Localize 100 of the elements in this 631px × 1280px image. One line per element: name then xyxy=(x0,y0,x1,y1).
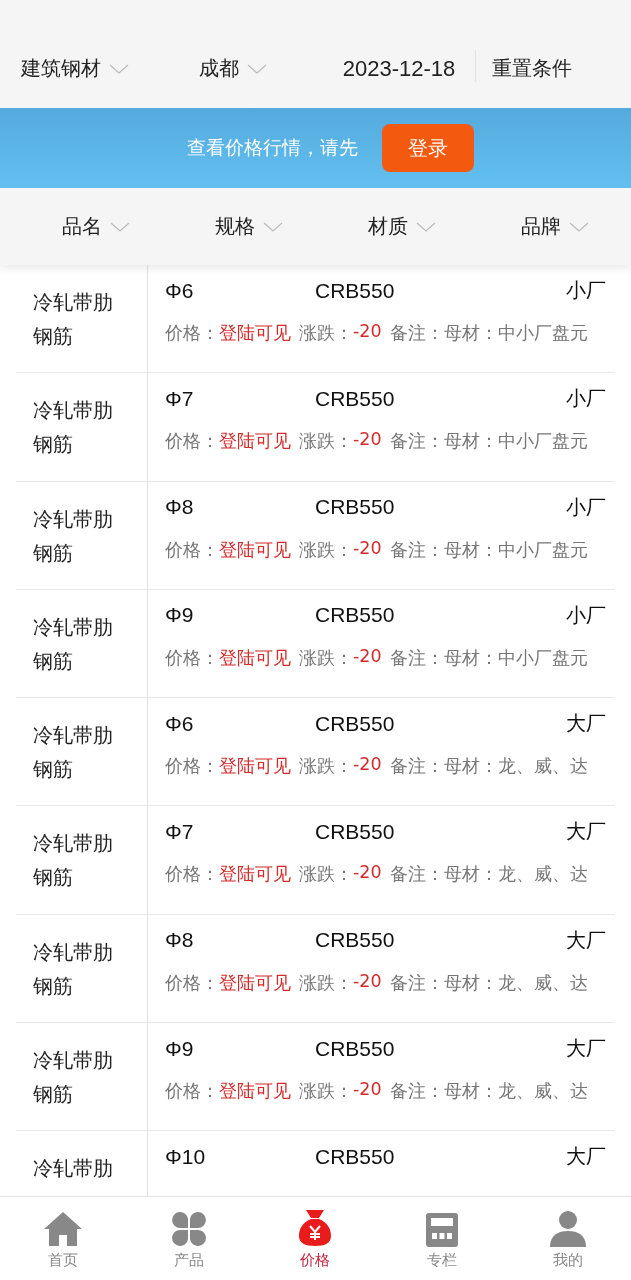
spec-text: Φ6 xyxy=(165,711,195,736)
person-icon xyxy=(548,1211,587,1247)
price-label: 价格： xyxy=(165,863,219,887)
price-text: 登陆可见 xyxy=(219,322,291,345)
remark-text: 备注：母材：龙、威、达 xyxy=(389,755,588,779)
chevron-down-icon xyxy=(568,221,589,232)
product-name: 冷轧带肋钢筋 xyxy=(33,1047,114,1109)
column-filter[interactable]: 材质 xyxy=(325,213,479,240)
spec-text: Φ9 xyxy=(165,1036,195,1061)
product-name: 冷轧带肋钢筋 xyxy=(33,613,114,675)
product-name: 冷轧带肋 xyxy=(33,1155,114,1183)
chevron-down-icon xyxy=(415,221,436,232)
change-label: 涨跌： xyxy=(299,1080,353,1104)
change-label: 涨跌： xyxy=(299,430,353,454)
price-text: 登陆可见 xyxy=(219,863,291,887)
brand-text: 大厂 xyxy=(566,1035,606,1063)
brand-text: 大厂 xyxy=(566,1143,606,1171)
spec-text: Φ8 xyxy=(165,495,195,520)
price-text: 登陆可见 xyxy=(219,646,291,670)
category-dropdown[interactable]: 建筑钢材 xyxy=(21,55,199,82)
change-value: -20 xyxy=(353,1079,382,1102)
column-filter[interactable]: 规格 xyxy=(172,213,326,240)
remark-text: 备注：母材：龙、威、达 xyxy=(389,863,588,887)
clover-icon xyxy=(170,1211,209,1247)
city-dropdown[interactable]: 成都 xyxy=(199,55,329,82)
spec-text: Φ8 xyxy=(165,928,195,953)
spec-text: Φ7 xyxy=(165,386,195,411)
material-text: CRB550 xyxy=(315,1144,396,1169)
material-text: CRB550 xyxy=(315,820,396,844)
chevron-down-icon xyxy=(109,63,129,74)
reset-button[interactable]: 重置条件 xyxy=(492,55,572,82)
brand-text: 小厂 xyxy=(566,385,606,413)
product-name: 冷轧带肋钢筋 xyxy=(33,722,114,784)
change-value: -20 xyxy=(353,321,382,343)
change-value: -20 xyxy=(353,429,382,452)
chevron-down-icon xyxy=(247,63,267,74)
product-name: 冷轧带肋钢筋 xyxy=(33,938,114,1000)
price-label: 价格： xyxy=(165,971,219,995)
material-text: CRB550 xyxy=(315,495,396,520)
home-icon xyxy=(43,1211,84,1247)
change-value: -20 xyxy=(353,862,382,885)
spec-text: Φ9 xyxy=(165,603,195,628)
material-text: CRB550 xyxy=(315,278,396,303)
nav-tab[interactable]: 我的 xyxy=(504,1197,631,1280)
product-name: 冷轧带肋钢筋 xyxy=(33,830,114,892)
spec-text: Φ7 xyxy=(165,820,195,844)
price-label: 价格： xyxy=(165,430,219,454)
brand-text: 大厂 xyxy=(566,926,606,954)
chevron-down-icon xyxy=(263,221,284,232)
price-label: 价格： xyxy=(165,755,219,779)
brand-text: 小厂 xyxy=(566,601,606,629)
change-value: -20 xyxy=(353,537,382,560)
material-text: CRB550 xyxy=(315,928,396,953)
change-label: 涨跌： xyxy=(299,646,353,670)
remark-text: 备注：母材：中小厂盘元 xyxy=(389,322,588,345)
remark-text: 备注：母材：龙、威、达 xyxy=(389,1080,588,1104)
price-text: 登陆可见 xyxy=(219,971,291,995)
price-text: 登陆可见 xyxy=(219,755,291,779)
material-text: CRB550 xyxy=(315,603,396,628)
brand-text: 小厂 xyxy=(566,277,606,304)
price-text: 登陆可见 xyxy=(219,430,291,454)
material-text: CRB550 xyxy=(315,386,396,411)
product-name: 冷轧带肋钢筋 xyxy=(33,397,114,459)
change-label: 涨跌： xyxy=(299,755,353,779)
remark-text: 备注：母材：中小厂盘元 xyxy=(389,430,588,454)
price-label: 价格： xyxy=(165,322,219,345)
price-label: 价格： xyxy=(165,538,219,562)
money-bag-icon xyxy=(298,1209,333,1247)
calculator-icon xyxy=(425,1213,458,1247)
spec-text: Φ6 xyxy=(165,278,195,303)
change-value: -20 xyxy=(353,645,382,668)
nav-tab[interactable]: 专栏 xyxy=(378,1197,505,1280)
spec-text: Φ10 xyxy=(165,1144,207,1169)
banner-text: 查看价格行情，请先 xyxy=(187,135,358,160)
remark-text: 备注：母材：中小厂盘元 xyxy=(389,646,588,670)
price-label: 价格： xyxy=(165,646,219,670)
remark-text: 备注：母材：龙、威、达 xyxy=(389,971,588,995)
chevron-down-icon xyxy=(110,221,131,232)
brand-text: 大厂 xyxy=(566,710,606,738)
column-filter[interactable]: 品牌 xyxy=(478,213,631,240)
product-name: 冷轧带肋钢筋 xyxy=(33,505,114,567)
material-text: CRB550 xyxy=(315,711,396,736)
price-label: 价格： xyxy=(165,1080,219,1104)
price-text: 登陆可见 xyxy=(219,538,291,562)
column-filter[interactable]: 品名 xyxy=(20,213,173,240)
nav-tab[interactable]: 产品 xyxy=(126,1197,253,1280)
nav-tab[interactable]: 价格 xyxy=(252,1197,379,1280)
nav-tab[interactable]: 首页 xyxy=(0,1197,127,1280)
product-name: 冷轧带肋钢筋 xyxy=(33,289,114,350)
change-label: 涨跌： xyxy=(299,863,353,887)
change-label: 涨跌： xyxy=(299,322,353,345)
change-value: -20 xyxy=(353,754,382,777)
remark-text: 备注：母材：中小厂盘元 xyxy=(389,538,588,562)
change-label: 涨跌： xyxy=(299,538,353,562)
brand-text: 小厂 xyxy=(566,493,606,521)
change-value: -20 xyxy=(353,970,382,993)
brand-text: 大厂 xyxy=(566,818,606,846)
material-text: CRB550 xyxy=(315,1036,396,1061)
date-picker[interactable]: 2023-12-18 xyxy=(329,56,469,82)
change-label: 涨跌： xyxy=(299,971,353,995)
